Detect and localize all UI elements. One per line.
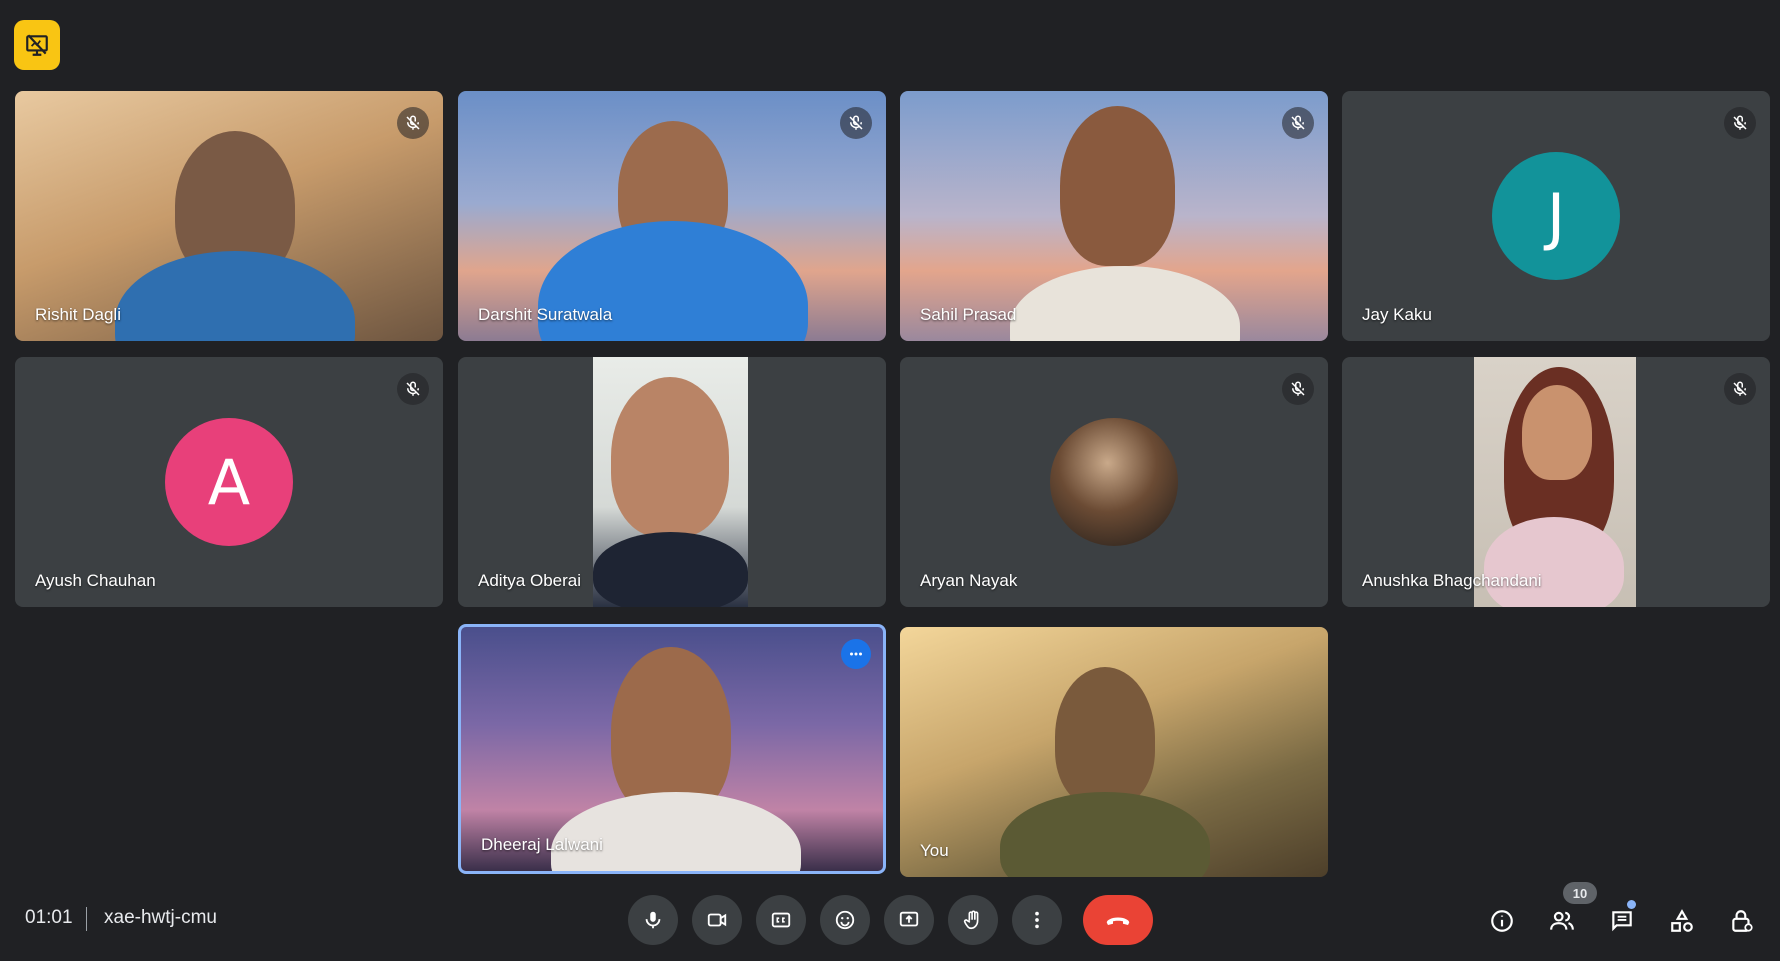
participant-tile[interactable]: Anushka Bhagchandani: [1342, 357, 1770, 607]
speaking-indicator[interactable]: [841, 639, 871, 669]
captions-button[interactable]: [756, 895, 806, 945]
video-feed-body: [115, 251, 355, 341]
video-feed: [1055, 667, 1155, 807]
video-feed: [1060, 106, 1175, 266]
cc-icon: [771, 912, 791, 928]
video-feed: [1474, 357, 1636, 607]
info-icon: [1491, 910, 1513, 932]
people-button[interactable]: [1542, 901, 1582, 941]
participant-tile-active-speaker[interactable]: Dheeraj Lalwani: [458, 624, 886, 874]
muted-indicator: [1724, 107, 1756, 139]
muted-indicator: [840, 107, 872, 139]
participant-tile[interactable]: A Ayush Chauhan: [15, 357, 443, 607]
muted-indicator: [1724, 373, 1756, 405]
video-feed-body: [551, 792, 801, 871]
activities-icon: [1671, 909, 1693, 932]
activities-button[interactable]: [1662, 901, 1702, 941]
mic-icon: [645, 911, 661, 929]
meeting-time: 01:01: [25, 907, 73, 928]
participant-name: Ayush Chauhan: [35, 571, 156, 590]
hand-icon: [963, 910, 979, 930]
avatar: J: [1492, 152, 1620, 280]
avatar-photo: [1050, 418, 1178, 546]
mic-off-icon: [1733, 115, 1747, 130]
more-vert-icon: [1035, 911, 1039, 929]
participant-name: Sahil Prasad: [920, 305, 1017, 324]
participant-name: Rishit Dagli: [35, 305, 121, 324]
people-icon: [1550, 911, 1574, 930]
raise-hand-button[interactable]: [948, 895, 998, 945]
muted-indicator: [397, 373, 429, 405]
reactions-button[interactable]: [820, 895, 870, 945]
participant-tile[interactable]: Rishit Dagli: [15, 91, 443, 341]
mic-off-icon: [1733, 381, 1747, 396]
mic-off-icon: [406, 381, 420, 396]
video-feed-body: [1010, 266, 1240, 341]
present-off-icon: [26, 34, 48, 56]
presentation-off-badge[interactable]: [14, 20, 60, 70]
video-feed-body: [593, 532, 748, 607]
microphone-button[interactable]: [628, 895, 678, 945]
participant-tile[interactable]: J Jay Kaku: [1342, 91, 1770, 341]
participant-name: Anushka Bhagchandani: [1362, 571, 1542, 590]
emoji-icon: [835, 910, 855, 930]
more-options-button[interactable]: [1012, 895, 1062, 945]
host-controls-button[interactable]: [1722, 901, 1762, 941]
present-button[interactable]: [884, 895, 934, 945]
participant-tile[interactable]: Aditya Oberai: [458, 357, 886, 607]
participant-name: Aryan Nayak: [920, 571, 1018, 590]
participant-tile[interactable]: Darshit Suratwala: [458, 91, 886, 341]
chat-icon: [1612, 911, 1632, 932]
meeting-info-button[interactable]: [1482, 901, 1522, 941]
meeting-code: xae-hwtj-cmu: [104, 907, 217, 928]
participant-name: Darshit Suratwala: [478, 305, 613, 324]
present-icon: [899, 911, 919, 927]
video-feed-face: [611, 377, 729, 537]
video-feed-face: [1522, 385, 1592, 480]
chat-button[interactable]: [1602, 901, 1642, 941]
video-feed-body: [1000, 792, 1210, 877]
camera-button[interactable]: [692, 895, 742, 945]
participant-name: Jay Kaku: [1362, 305, 1432, 324]
video-feed-body: [1484, 517, 1624, 607]
leave-call-button[interactable]: [1083, 895, 1153, 945]
video-feed: [593, 357, 748, 607]
host-controls-icon: [1732, 910, 1753, 932]
mic-off-icon: [406, 115, 420, 130]
camera-icon: [707, 913, 727, 927]
participant-tile-self[interactable]: You: [900, 627, 1328, 877]
mic-off-icon: [849, 115, 863, 130]
participant-name: Aditya Oberai: [478, 571, 581, 590]
participant-name: Dheeraj Lalwani: [481, 835, 603, 854]
google-meet-window: Rishit Dagli Darshit Suratwala Sahil Pra…: [0, 0, 1780, 961]
avatar: A: [165, 418, 293, 546]
more-horiz-icon: [850, 652, 862, 656]
call-control-bar: 01:01 xae-hwtj-cmu: [0, 881, 1780, 961]
muted-indicator: [1282, 373, 1314, 405]
mic-off-icon: [1291, 381, 1305, 396]
muted-indicator: [397, 107, 429, 139]
participant-name: You: [920, 841, 949, 860]
end-call-icon: [1106, 917, 1130, 925]
mic-off-icon: [1291, 115, 1305, 130]
divider: [86, 907, 87, 931]
participant-tile[interactable]: Sahil Prasad: [900, 91, 1328, 341]
participant-tile[interactable]: Aryan Nayak: [900, 357, 1328, 607]
muted-indicator: [1282, 107, 1314, 139]
